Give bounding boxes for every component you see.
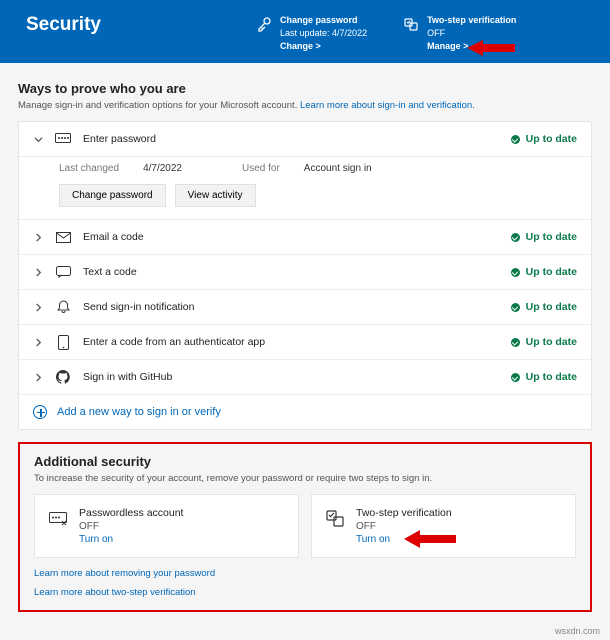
header-change-password-title: Change password (280, 14, 367, 27)
tile-status: OFF (79, 521, 183, 532)
check-icon (511, 135, 520, 144)
option-label: Text a code (83, 266, 499, 278)
option-send-notification[interactable]: Send sign-in notification Up to date (19, 290, 591, 325)
check-icon (511, 268, 520, 277)
signin-options-card: Enter password Up to date Last changed 4/… (18, 121, 592, 430)
tile-two-step: Two-step verification OFF Turn on (311, 494, 576, 558)
option-github[interactable]: Sign in with GitHub Up to date (19, 360, 591, 395)
plus-circle-icon (33, 405, 47, 419)
used-for-label: Used for (242, 163, 280, 174)
github-icon (55, 369, 71, 385)
status-badge: Up to date (511, 231, 577, 243)
status-badge: Up to date (511, 133, 577, 145)
option-label: Enter password (83, 133, 499, 145)
learn-two-step-link[interactable]: Learn more about two-step verification (34, 583, 576, 602)
turn-on-passwordless-link[interactable]: Turn on (79, 534, 183, 545)
option-email-code[interactable]: Email a code Up to date (19, 220, 591, 255)
chevron-right-icon (33, 233, 43, 242)
chevron-right-icon (33, 338, 43, 347)
add-new-way-link[interactable]: Add a new way to sign in or verify (19, 395, 591, 429)
status-badge: Up to date (511, 336, 577, 348)
header-two-step-title: Two-step verification (427, 14, 516, 27)
option-label: Enter a code from an authenticator app (83, 336, 499, 348)
tile-title: Passwordless account (79, 507, 183, 519)
header-change-password[interactable]: Change password Last update: 4/7/2022 Ch… (256, 14, 367, 53)
option-authenticator-code[interactable]: Enter a code from an authenticator app U… (19, 325, 591, 360)
option-enter-password[interactable]: Enter password Up to date (19, 122, 591, 157)
status-badge: Up to date (511, 301, 577, 313)
check-icon (511, 373, 520, 382)
two-step-icon (326, 509, 344, 527)
ways-to-prove-title: Ways to prove who you are (18, 81, 592, 96)
tile-passwordless: Passwordless account OFF Turn on (34, 494, 299, 558)
check-icon (511, 303, 520, 312)
view-activity-button[interactable]: View activity (175, 184, 256, 207)
learn-remove-password-link[interactable]: Learn more about removing your password (34, 564, 576, 583)
header-two-step-link[interactable]: Manage > (427, 40, 516, 53)
learn-more-signin-link[interactable]: Learn more about sign-in and verificatio… (300, 100, 475, 111)
callout-arrow-icon (467, 37, 515, 59)
option-label: Send sign-in notification (83, 301, 499, 313)
chevron-right-icon (33, 373, 43, 382)
option-text-code[interactable]: Text a code Up to date (19, 255, 591, 290)
option-enter-password-details: Last changed 4/7/2022 Used for Account sig… (19, 163, 591, 220)
bell-icon (55, 299, 71, 315)
two-step-icon (403, 16, 419, 32)
additional-security-subtitle: To increase the security of your account… (34, 473, 576, 484)
status-badge: Up to date (511, 371, 577, 383)
tile-title: Two-step verification (356, 507, 452, 519)
check-icon (511, 338, 520, 347)
password-icon (49, 509, 67, 527)
additional-security-title: Additional security (34, 454, 576, 469)
chevron-right-icon (33, 303, 43, 312)
status-badge: Up to date (511, 266, 577, 278)
used-for-value: Account sign in (304, 163, 372, 174)
option-label: Sign in with GitHub (83, 371, 499, 383)
page-title: Security (26, 14, 256, 36)
header-bar: Security Change password Last update: 4/… (0, 0, 610, 63)
callout-arrow-icon (404, 527, 456, 551)
check-icon (511, 233, 520, 242)
text-icon (55, 264, 71, 280)
page-footer: wsxdn.com (0, 622, 610, 640)
header-change-password-date: Last update: 4/7/2022 (280, 27, 367, 40)
phone-icon (55, 334, 71, 350)
chevron-down-icon (33, 135, 43, 144)
ways-to-prove-subtitle: Manage sign-in and verification options … (18, 100, 592, 111)
last-changed-value: 4/7/2022 (143, 163, 182, 174)
additional-security-section: Additional security To increase the secu… (18, 442, 592, 612)
change-password-button[interactable]: Change password (59, 184, 166, 207)
key-icon (256, 16, 272, 32)
chevron-right-icon (33, 268, 43, 277)
password-icon (55, 131, 71, 147)
option-label: Email a code (83, 231, 499, 243)
header-change-password-link[interactable]: Change > (280, 40, 367, 53)
header-two-step[interactable]: Two-step verification OFF Manage > (403, 14, 516, 53)
last-changed-label: Last changed (59, 163, 119, 174)
email-icon (55, 229, 71, 245)
